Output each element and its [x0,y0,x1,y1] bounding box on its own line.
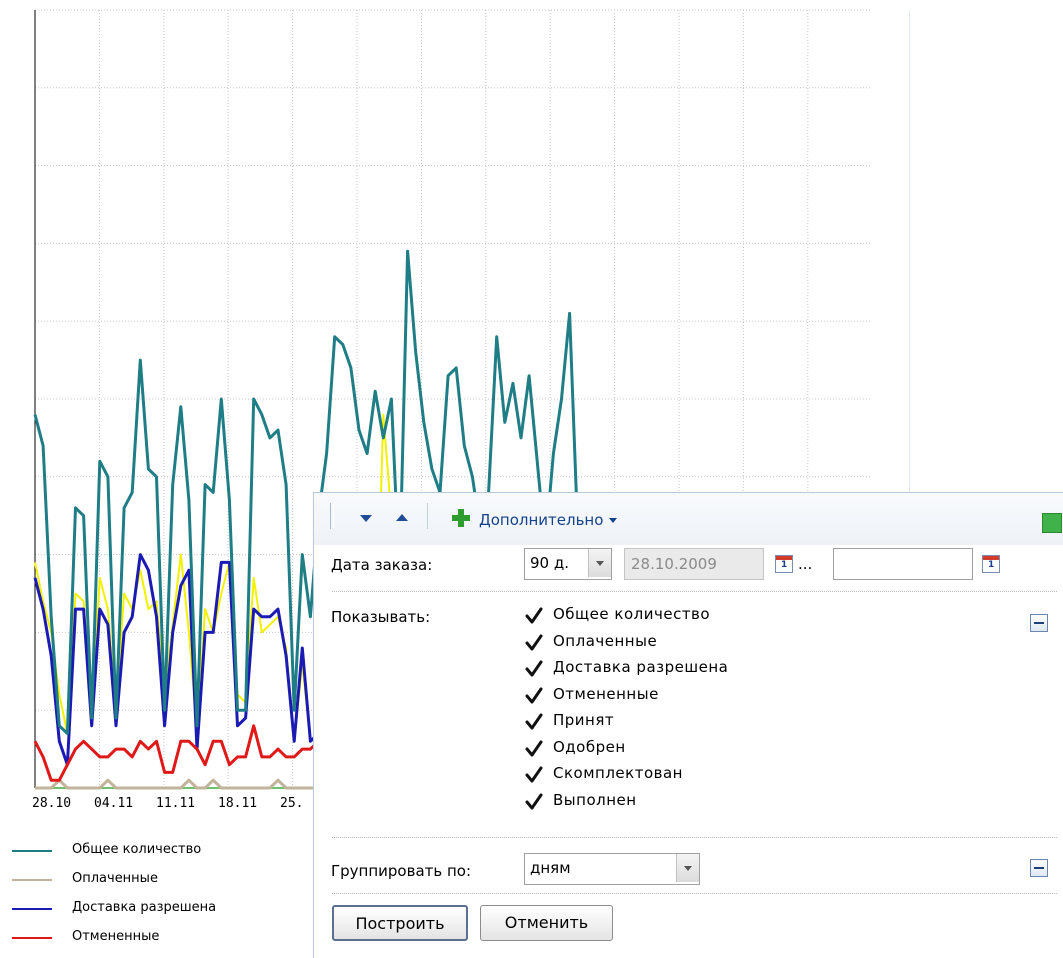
toolbar-separator [427,503,428,529]
toolbar-grip[interactable] [330,503,334,529]
show-option-label: Принят [553,711,615,729]
panel-toolbar: Дополнительно [314,493,1063,545]
build-button[interactable]: Построить [332,905,468,941]
checkbox-checked-icon[interactable] [525,634,543,652]
filter-panel: Дополнительно Дата заказа: 90 д. 28.10.2… [313,492,1063,958]
period-select[interactable]: 90 д. [524,548,612,580]
x-tick-label: 25. [280,796,304,811]
calendar-icon[interactable]: 1 [775,555,793,573]
checkbox-checked-icon[interactable] [525,740,543,758]
legend-label: Общее количество [72,842,202,857]
show-option-label: Отмененные [553,684,659,703]
cancel-button[interactable]: Отменить [480,905,613,941]
arrow-up-icon[interactable] [396,514,408,521]
period-dropdown-trigger[interactable] [588,549,611,577]
group-by-label: Группировать по: [331,862,472,880]
show-option-label: Доставка разрешена [553,658,729,676]
legend-label: Отмененные [72,929,160,944]
extra-menu-button[interactable]: Дополнительно [479,511,618,529]
checkbox-checked-icon[interactable] [525,687,543,705]
legend-swatch [12,908,52,910]
green-square-icon[interactable] [1042,513,1062,533]
show-option-label: Выполнен [553,790,637,809]
group-by-select[interactable]: дням [524,853,700,885]
x-tick-label: 11.11 [156,796,196,811]
legend-swatch [12,937,52,939]
checkbox-checked-icon[interactable] [525,607,543,625]
extra-menu-label: Дополнительно [479,511,604,529]
show-option-label: Оплаченные [553,631,658,650]
order-date-label: Дата заказа: [331,556,433,574]
divider [332,837,1057,838]
divider [332,591,1057,592]
legend-swatch [12,879,52,881]
plus-icon[interactable] [452,509,470,527]
group-by-value: дням [530,859,571,877]
date-to-field[interactable] [833,548,973,580]
series-line [33,724,320,782]
chevron-down-icon [609,518,618,523]
collapse-show-button[interactable] [1030,614,1048,632]
show-option-label: Одобрен [553,737,626,756]
x-tick-label: 04.11 [94,796,134,811]
collapse-group-button[interactable] [1030,859,1048,877]
legend-swatch [12,850,52,852]
calendar-icon[interactable]: 1 [982,555,1000,573]
date-from-value: 28.10.2009 [631,555,717,573]
legend-label: Доставка разрешена [72,900,217,915]
show-label: Показывать: [331,608,431,626]
show-option-label: Скомплектован [553,764,683,782]
group-by-dropdown-trigger[interactable] [676,854,699,882]
arrow-down-icon[interactable] [360,515,372,522]
checkbox-checked-icon[interactable] [525,660,543,678]
checkbox-checked-icon[interactable] [525,766,543,784]
divider [332,893,1057,894]
series-line [35,778,319,790]
x-tick-label: 28.10 [32,796,72,811]
period-value: 90 д. [530,554,569,572]
checkbox-checked-icon[interactable] [525,713,543,731]
show-option-label: Общее количество [553,605,711,623]
legend-label: Оплаченные [72,871,158,886]
date-range-separator: ... [798,555,813,573]
checkbox-checked-icon[interactable] [525,793,543,811]
x-tick-label: 18.11 [218,796,258,811]
date-from-field: 28.10.2009 [624,548,764,580]
